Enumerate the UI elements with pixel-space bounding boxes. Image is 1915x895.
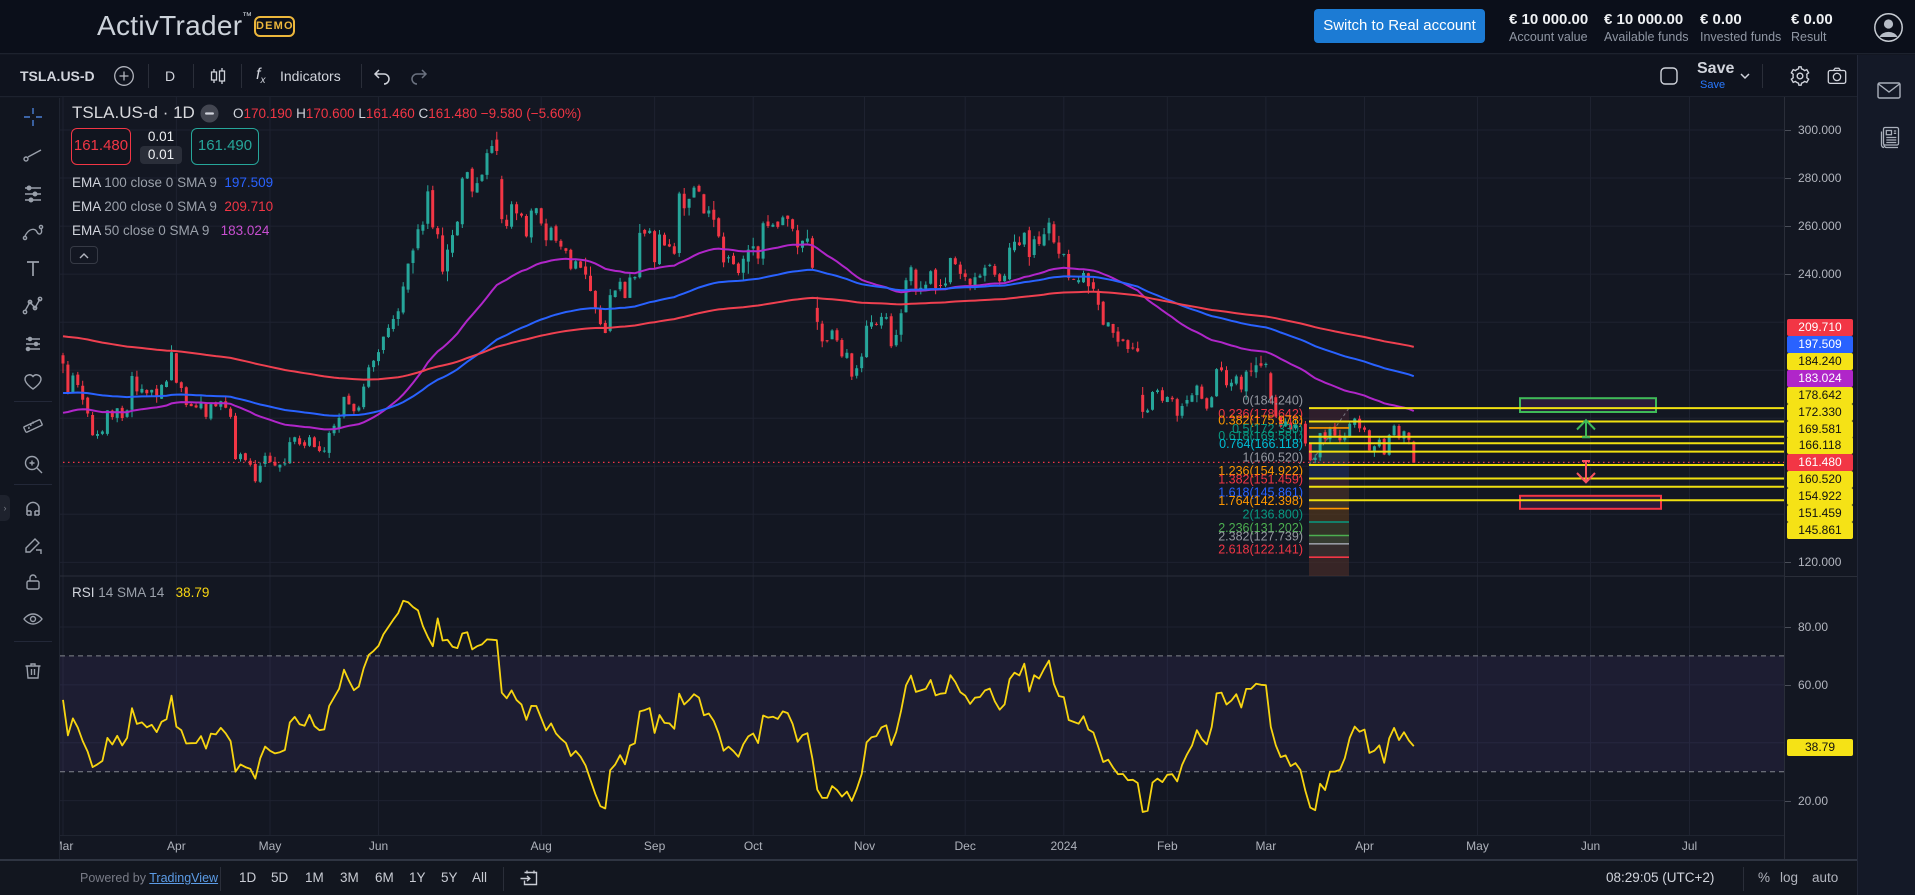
svg-text:2.618(122.141): 2.618(122.141)	[1218, 543, 1303, 557]
svg-text:1(160.520): 1(160.520)	[1243, 451, 1303, 465]
svg-text:0.764(166.118): 0.764(166.118)	[1219, 437, 1303, 451]
svg-text:0(184.240): 0(184.240)	[1243, 394, 1303, 408]
svg-text:1.382(151.459): 1.382(151.459)	[1218, 472, 1303, 486]
svg-text:2(136.800): 2(136.800)	[1243, 508, 1303, 522]
svg-text:1.764(142.398): 1.764(142.398)	[1218, 494, 1303, 508]
svg-text:2.382(127.739): 2.382(127.739)	[1218, 529, 1303, 543]
